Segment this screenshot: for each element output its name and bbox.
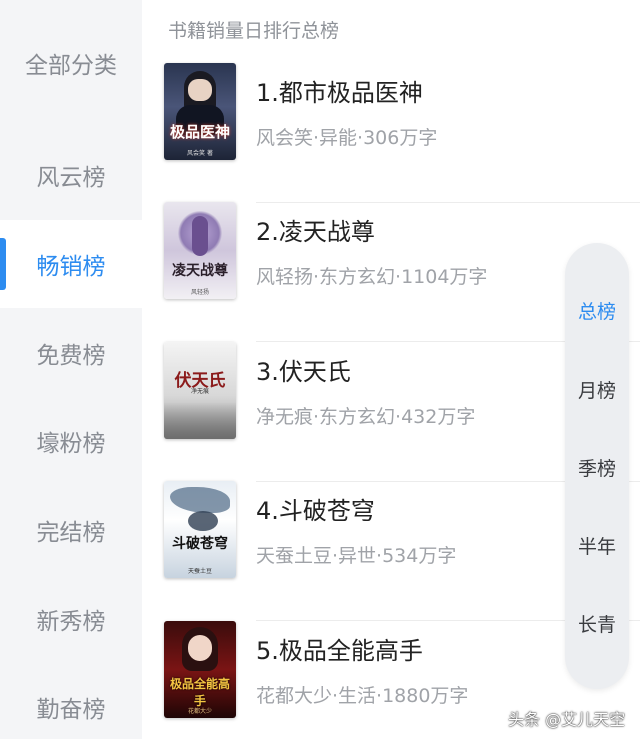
sidebar-item-label: 风云榜 — [36, 165, 106, 191]
sidebar-item-diligent[interactable]: 勤奋榜 — [0, 663, 142, 739]
book-cover: 极品医神 风会笑 著 — [164, 63, 236, 160]
cover-title-art: 凌天战尊 — [172, 263, 228, 279]
book-title: 1.都市极品医神 — [256, 79, 423, 107]
sidebar-item-completed[interactable]: 完结榜 — [0, 486, 142, 574]
book-meta: 风会笑·异能·306万字 — [256, 127, 438, 149]
cover-title-art: 极品全能高手 — [169, 677, 230, 708]
cover-author-art: 风轻扬 — [190, 289, 209, 296]
book-meta: 天蚕土豆·异世·534万字 — [256, 545, 457, 567]
sidebar-item-all-categories[interactable]: 全部分类 — [0, 19, 142, 107]
cover-author-art: 净无痕 — [190, 388, 209, 395]
book-cover: 斗破苍穹 天蚕土豆 — [164, 481, 236, 578]
book-title: 5.极品全能高手 — [256, 637, 423, 665]
sidebar-item-fengyun[interactable]: 风云榜 — [0, 131, 142, 219]
cover-author-art: 花都大少 — [187, 708, 212, 715]
sidebar-item-free[interactable]: 免费榜 — [0, 309, 142, 397]
book-meta: 花都大少·生活·1880万字 — [256, 685, 469, 707]
book-title: 2.凌天战尊 — [256, 218, 375, 246]
page-title: 书籍销量日排行总榜 — [168, 20, 340, 42]
sidebar-item-label: 完结榜 — [36, 520, 106, 546]
book-meta: 风轻扬·东方玄幻·1104万字 — [256, 266, 488, 288]
range-tab-quarter[interactable]: 季榜 — [565, 454, 629, 481]
range-tab-half-year[interactable]: 半年 — [565, 532, 629, 559]
book-cover: 极品全能高手 花都大少 — [164, 621, 236, 718]
range-tab-total[interactable]: 总榜 — [565, 297, 629, 324]
range-tab-evergreen[interactable]: 长青 — [565, 610, 629, 637]
time-range-selector: 总榜 月榜 季榜 半年 长青 — [565, 243, 629, 689]
sidebar-item-newcomer[interactable]: 新秀榜 — [0, 575, 142, 663]
book-cover: 凌天战尊 风轻扬 — [164, 202, 236, 299]
cover-title-art: 极品医神 — [169, 123, 230, 141]
book-title: 4.斗破苍穹 — [256, 497, 375, 525]
sidebar-item-label: 全部分类 — [25, 53, 117, 79]
book-meta: 净无痕·东方玄幻·432万字 — [256, 406, 476, 428]
sidebar-item-label: 新秀榜 — [36, 609, 106, 635]
sidebar-item-label: 勤奋榜 — [36, 697, 106, 723]
cover-author-art: 天蚕土豆 — [187, 568, 212, 575]
sidebar-item-label: 壕粉榜 — [36, 431, 106, 457]
book-title: 3.伏天氏 — [256, 358, 351, 386]
sidebar-item-label: 免费榜 — [36, 343, 106, 369]
watermark: 头条 @艾儿天空 — [508, 710, 626, 729]
book-list-item[interactable]: 极品医神 风会笑 著 1.都市极品医神 风会笑·异能·306万字 — [142, 63, 640, 203]
category-sidebar: 全部分类 风云榜 畅销榜 免费榜 壕粉榜 完结榜 新秀榜 勤奋榜 — [0, 0, 142, 739]
sidebar-item-bestseller[interactable]: 畅销榜 — [0, 220, 142, 308]
book-cover: 伏天氏 净无痕 — [164, 342, 236, 439]
range-tab-month[interactable]: 月榜 — [565, 376, 629, 403]
cover-title-art: 斗破苍穹 — [172, 536, 228, 552]
active-indicator — [0, 238, 6, 290]
sidebar-item-label: 畅销榜 — [36, 254, 106, 280]
sidebar-item-fans[interactable]: 壕粉榜 — [0, 397, 142, 485]
cover-author-art: 风会笑 著 — [187, 150, 213, 157]
